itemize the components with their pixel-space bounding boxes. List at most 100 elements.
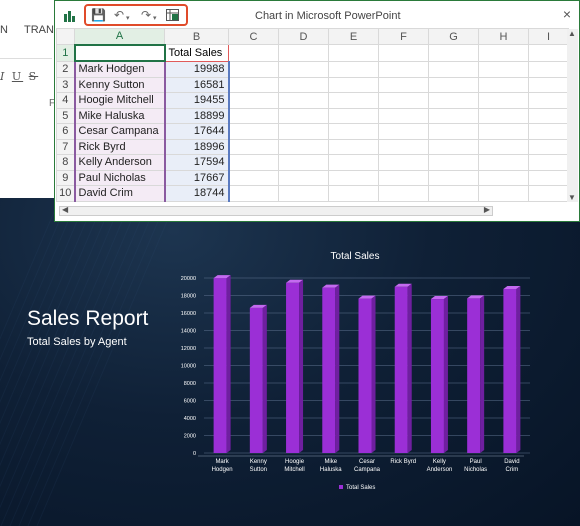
- cell[interactable]: [328, 60, 379, 78]
- cell[interactable]: [278, 60, 329, 78]
- cell[interactable]: [278, 154, 329, 171]
- cell[interactable]: [428, 138, 479, 155]
- redo-icon[interactable]: ↷: [141, 8, 151, 22]
- cell[interactable]: [378, 169, 429, 186]
- cell[interactable]: [428, 60, 479, 78]
- cell[interactable]: [378, 154, 429, 171]
- column-header-i[interactable]: I: [528, 28, 569, 45]
- spreadsheet-grid[interactable]: A B C D E F G H I 1 Total Sales 2 Mark H…: [56, 28, 569, 202]
- cell[interactable]: [428, 76, 479, 93]
- agent-name-cell[interactable]: David Crim: [73, 185, 166, 202]
- sales-cell[interactable]: 17644: [163, 123, 230, 140]
- cell[interactable]: [528, 107, 569, 124]
- cell[interactable]: [428, 123, 479, 140]
- cell[interactable]: [428, 44, 479, 62]
- cell[interactable]: [328, 76, 379, 93]
- horizontal-scrollbar[interactable]: ◀ ▶: [59, 205, 493, 216]
- sales-bar-chart[interactable]: Total Sales 0 2000 4000 6000 8000 10000 12000 14…: [0, 198, 580, 526]
- close-icon[interactable]: ×: [563, 6, 571, 22]
- cell[interactable]: [528, 44, 569, 62]
- sales-cell[interactable]: 19455: [163, 92, 230, 109]
- cell[interactable]: [528, 185, 569, 202]
- cell[interactable]: [428, 169, 479, 186]
- excel-chart-data-window[interactable]: 💾 ↶ ▾ ↷ ▾ Chart in Microsoft PowerPoint …: [54, 0, 580, 222]
- cell-a1[interactable]: [73, 43, 166, 62]
- row-header[interactable]: 5: [56, 107, 75, 124]
- cell[interactable]: [228, 154, 279, 171]
- cell[interactable]: [328, 154, 379, 171]
- row-header[interactable]: 2: [56, 60, 75, 78]
- sales-cell[interactable]: 18996: [163, 138, 230, 155]
- underline-button[interactable]: U: [12, 70, 23, 83]
- sales-cell[interactable]: 17594: [163, 154, 230, 171]
- cell[interactable]: [228, 92, 279, 109]
- scroll-right-icon[interactable]: ▶: [484, 205, 490, 214]
- row-header[interactable]: 9: [56, 169, 75, 186]
- cell[interactable]: [528, 169, 569, 186]
- cell[interactable]: [378, 138, 429, 155]
- column-header-a[interactable]: A: [74, 28, 165, 46]
- cell[interactable]: [228, 44, 279, 62]
- select-all-corner[interactable]: [56, 28, 75, 45]
- cell[interactable]: [478, 92, 529, 109]
- column-header-f[interactable]: F: [378, 28, 429, 45]
- row-header[interactable]: 10: [56, 185, 75, 202]
- cell[interactable]: [478, 44, 529, 62]
- sales-cell[interactable]: 18744: [163, 185, 230, 202]
- scroll-left-icon[interactable]: ◀: [62, 205, 68, 214]
- agent-name-cell[interactable]: Rick Byrd: [73, 138, 166, 155]
- sales-cell[interactable]: 16581: [163, 76, 230, 93]
- cell[interactable]: [278, 169, 329, 186]
- sales-cell[interactable]: 18899: [163, 107, 230, 124]
- cell[interactable]: [278, 76, 329, 93]
- column-header-c[interactable]: C: [228, 28, 279, 45]
- cell[interactable]: [328, 107, 379, 124]
- save-icon[interactable]: 💾: [91, 8, 106, 22]
- cell[interactable]: [528, 154, 569, 171]
- cell[interactable]: [528, 76, 569, 93]
- agent-name-cell[interactable]: Paul Nicholas: [73, 169, 166, 186]
- cell[interactable]: [478, 123, 529, 140]
- cell[interactable]: [378, 92, 429, 109]
- row-header[interactable]: 6: [56, 123, 75, 140]
- cell[interactable]: [478, 60, 529, 78]
- column-header-g[interactable]: G: [428, 28, 479, 45]
- scroll-up-icon[interactable]: ▲: [568, 29, 576, 38]
- cell[interactable]: [278, 44, 329, 62]
- cell[interactable]: [328, 185, 379, 202]
- cell[interactable]: [328, 138, 379, 155]
- agent-name-cell[interactable]: Mark Hodgen: [73, 60, 166, 78]
- cell[interactable]: [378, 107, 429, 124]
- column-header-d[interactable]: D: [278, 28, 329, 45]
- cell[interactable]: [528, 138, 569, 155]
- cell[interactable]: [378, 60, 429, 78]
- cell[interactable]: [228, 107, 279, 124]
- strikethrough-button[interactable]: S: [29, 70, 39, 83]
- redo-dropdown-icon[interactable]: ▾: [153, 12, 157, 26]
- column-header-b[interactable]: B: [164, 28, 229, 45]
- cell[interactable]: [478, 185, 529, 202]
- cell[interactable]: [228, 76, 279, 93]
- ribbon-tab-partial[interactable]: N: [0, 24, 8, 36]
- cell[interactable]: [478, 169, 529, 186]
- cell[interactable]: [278, 138, 329, 155]
- agent-name-cell[interactable]: Hoogie Mitchell: [73, 92, 166, 109]
- cell[interactable]: [228, 60, 279, 78]
- cell[interactable]: [278, 185, 329, 202]
- cell[interactable]: [478, 154, 529, 171]
- cell[interactable]: [478, 76, 529, 93]
- cell[interactable]: [328, 169, 379, 186]
- cell[interactable]: [228, 169, 279, 186]
- cell[interactable]: [278, 92, 329, 109]
- vertical-scrollbar[interactable]: ▲ ▼: [567, 29, 578, 202]
- cell[interactable]: [328, 123, 379, 140]
- row-header[interactable]: 3: [56, 76, 75, 93]
- cell[interactable]: [378, 185, 429, 202]
- agent-name-cell[interactable]: Cesar Campana: [73, 123, 166, 140]
- cell[interactable]: [428, 185, 479, 202]
- cell[interactable]: [428, 107, 479, 124]
- cell[interactable]: [528, 92, 569, 109]
- cell[interactable]: [228, 123, 279, 140]
- cell[interactable]: [378, 44, 429, 62]
- cell[interactable]: [478, 107, 529, 124]
